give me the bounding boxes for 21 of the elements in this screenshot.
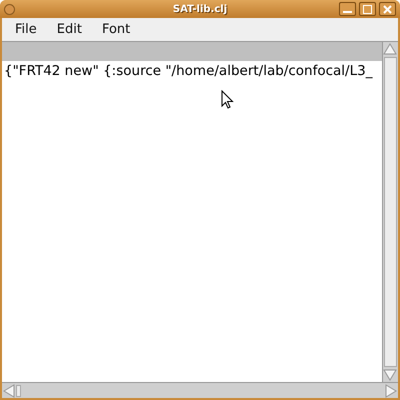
scrollbar-thumb[interactable] (384, 57, 397, 367)
maximize-icon (363, 4, 372, 14)
mouse-pointer-icon (221, 90, 234, 109)
close-button[interactable] (379, 2, 396, 16)
window-menu-icon[interactable] (4, 4, 15, 14)
minimize-button[interactable] (339, 2, 356, 16)
scroll-up-arrow[interactable] (383, 42, 397, 56)
scrollbar-thumb[interactable] (16, 384, 21, 396)
menu-item[interactable]: Font (92, 20, 140, 39)
minimize-icon (343, 11, 352, 13)
menu-item[interactable]: File (6, 20, 46, 39)
window-title: SAT-lib.clj (172, 4, 228, 14)
maximize-button[interactable] (359, 2, 376, 16)
scroll-down-arrow[interactable] (383, 368, 397, 382)
vertical-scrollbar[interactable] (382, 42, 398, 382)
horizontal-scrollbar[interactable] (2, 382, 398, 398)
editor-text: {"FRT42 new" {:source "/home/albert/lab/confocal/L3_ (3, 62, 374, 81)
scroll-left-arrow[interactable] (2, 384, 16, 398)
menu-item[interactable]: Edit (48, 20, 91, 39)
scroll-right-arrow[interactable] (384, 384, 398, 398)
close-icon (383, 4, 392, 14)
